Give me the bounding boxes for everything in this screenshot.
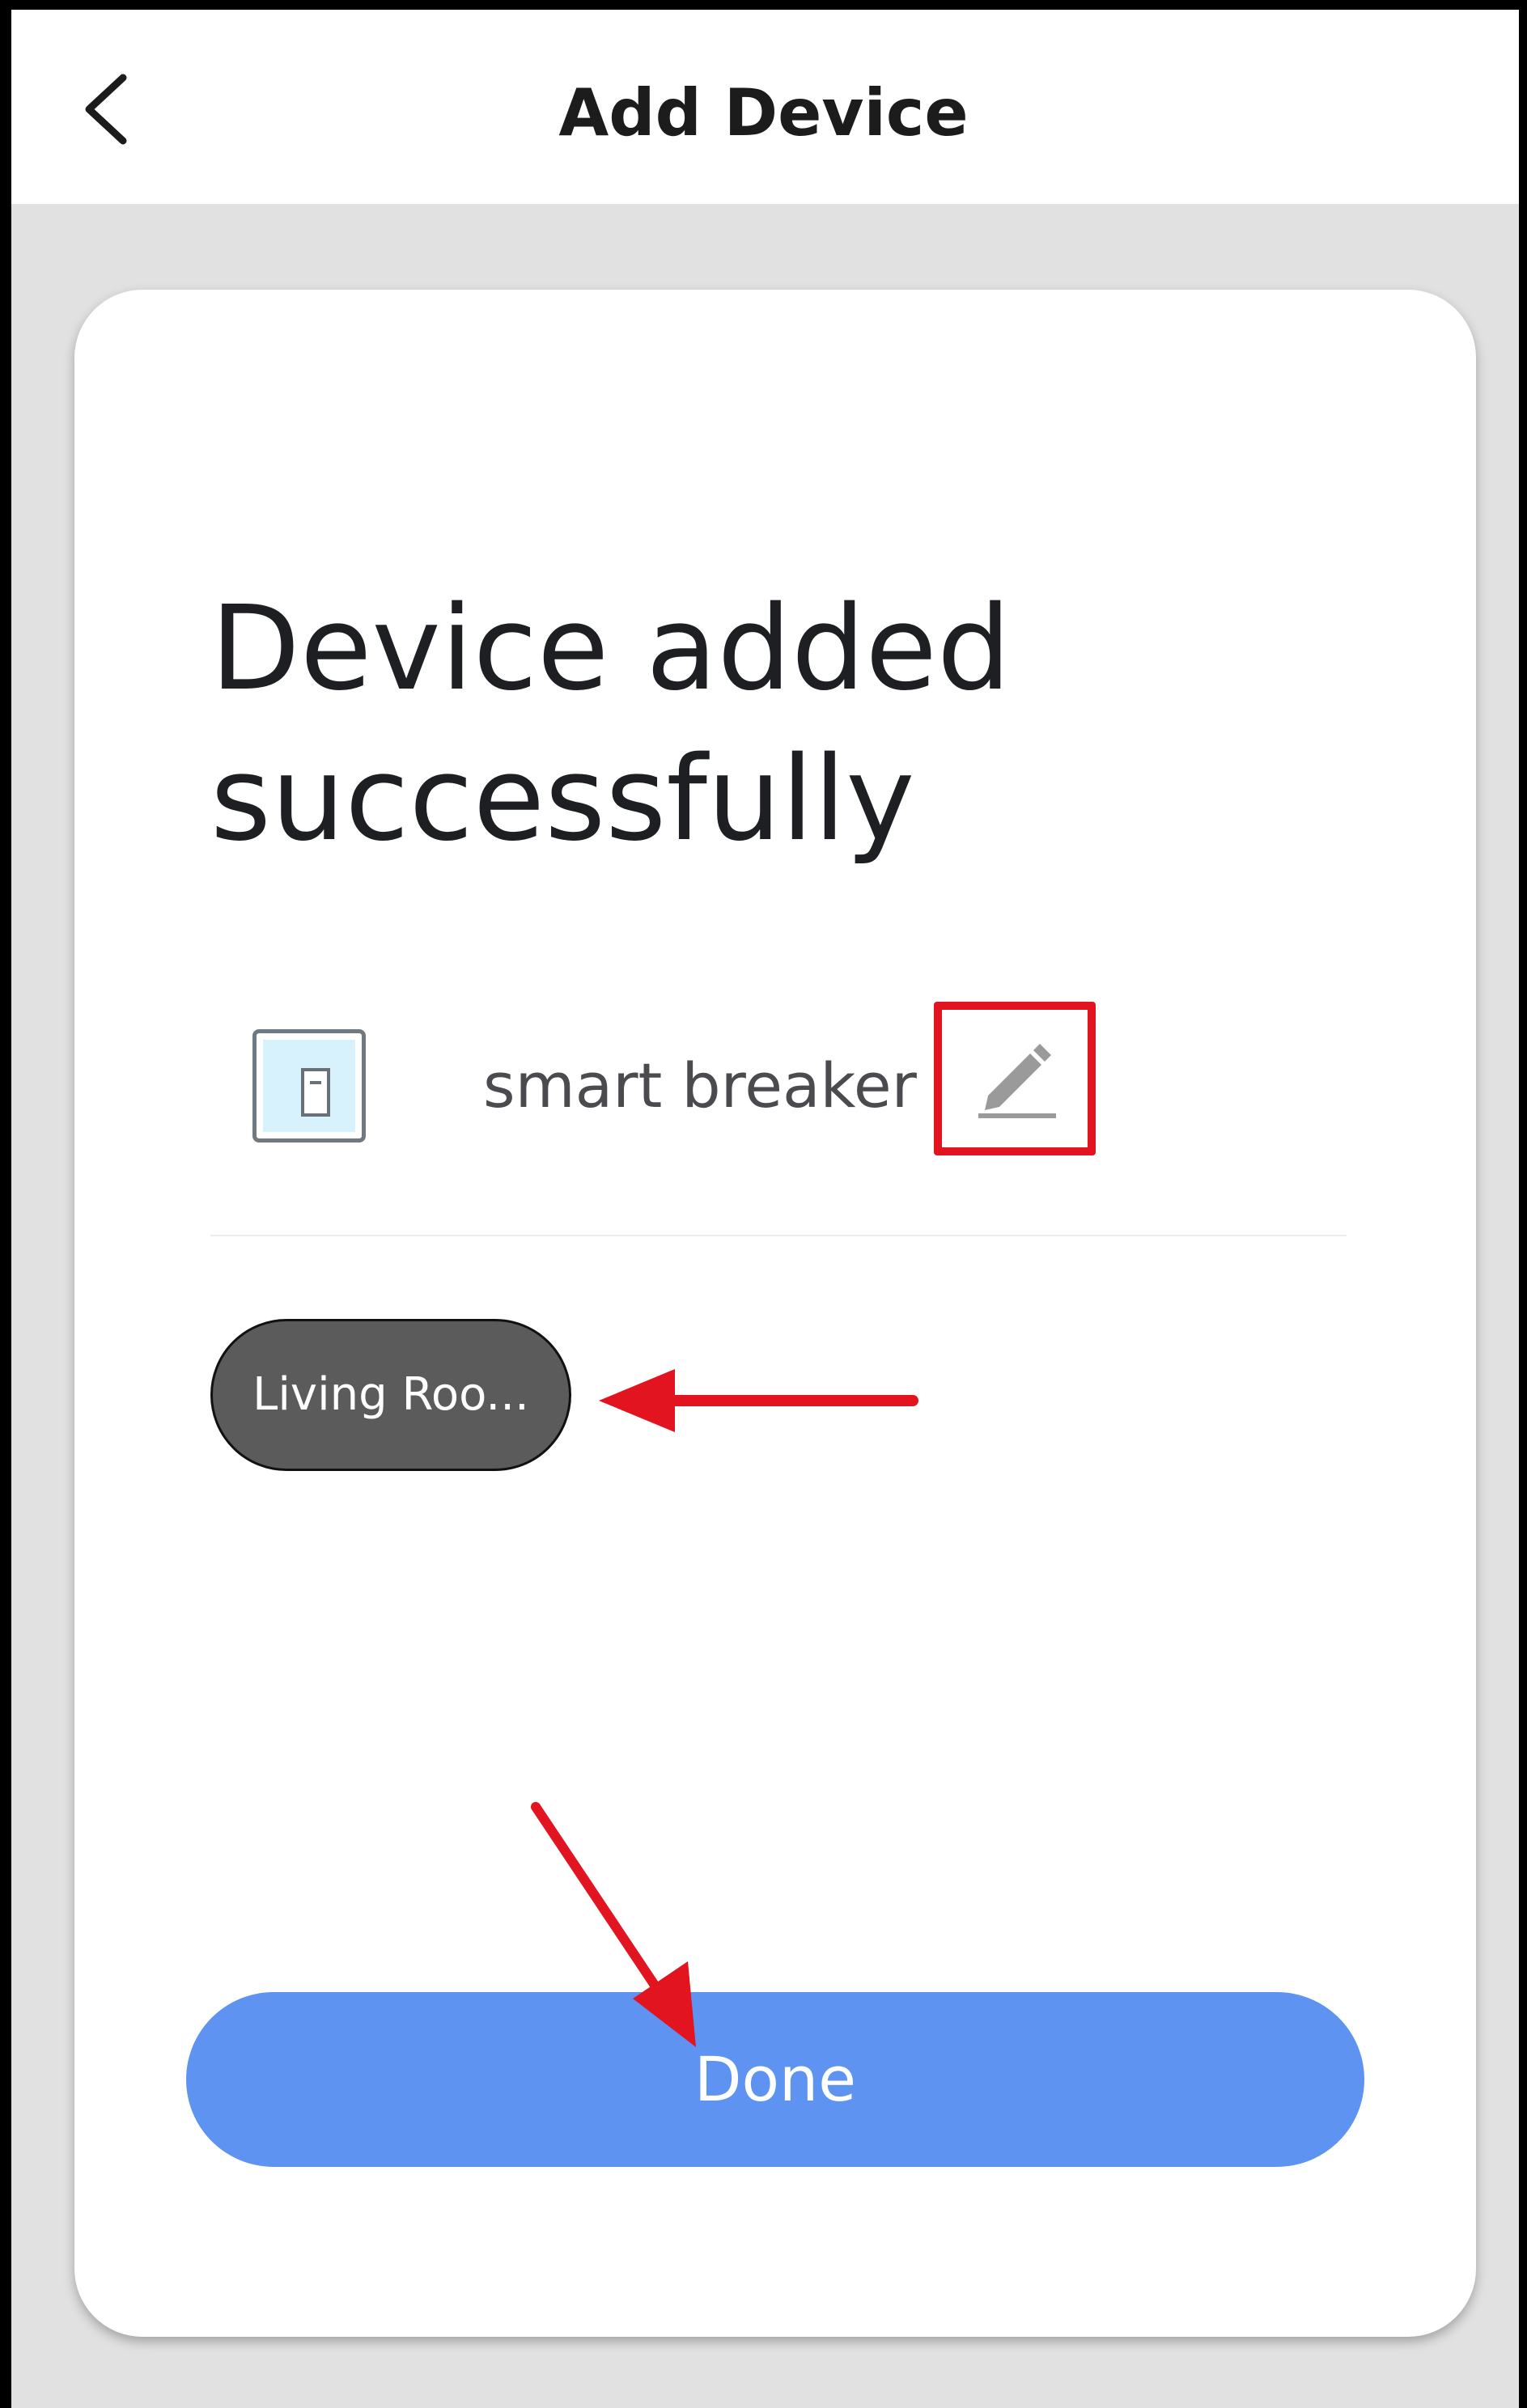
app-header: Add Device xyxy=(0,0,1527,204)
success-card: Device added successfully smart breaker … xyxy=(74,290,1476,2337)
device-row: smart breaker xyxy=(74,1002,1476,1212)
edit-name-button[interactable] xyxy=(934,1002,1096,1155)
switch-icon-background xyxy=(263,1040,355,1132)
pencil-icon xyxy=(978,1044,1056,1118)
done-button[interactable]: Done xyxy=(186,1992,1364,2167)
page-title: Add Device xyxy=(558,75,969,150)
switch-icon-toggle xyxy=(301,1068,330,1117)
device-name: smart breaker xyxy=(483,1049,917,1121)
room-chip[interactable]: Living Roo... xyxy=(210,1319,571,1471)
success-heading: Device added successfully xyxy=(210,580,1012,867)
divider xyxy=(210,1235,1347,1236)
switch-icon xyxy=(252,1029,366,1143)
